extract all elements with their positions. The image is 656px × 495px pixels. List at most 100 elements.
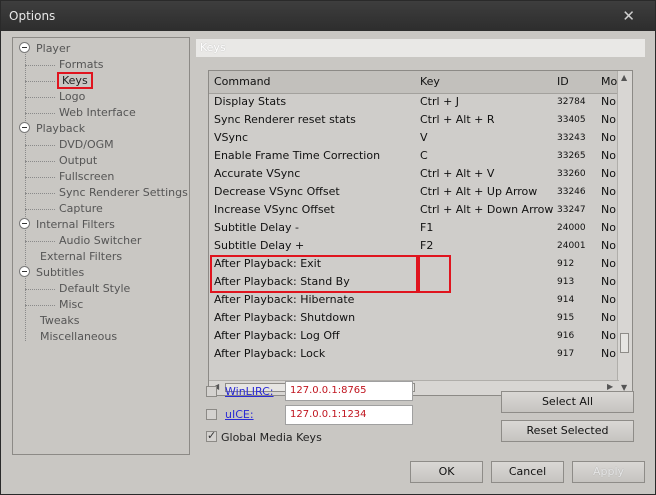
- tree-item-label: Misc: [59, 298, 84, 311]
- tree-item-internal-filters[interactable]: Internal Filters: [19, 217, 115, 233]
- collapse-toggle-icon[interactable]: [19, 218, 30, 229]
- table-row[interactable]: Sync Renderer reset stats Ctrl + Alt + R 3…: [209, 111, 620, 129]
- table-row[interactable]: Decrease VSync Offset Ctrl + Alt + Up Arr…: [209, 183, 620, 201]
- cell-id: 33246: [557, 187, 586, 197]
- scroll-up-icon[interactable]: ▲: [621, 73, 627, 82]
- table-row[interactable]: Subtitle Delay + F2 24001 Nor: [209, 237, 620, 255]
- highlight-box-key: [418, 255, 451, 293]
- tree-connector: [25, 113, 55, 114]
- tree-item-fullscreen[interactable]: Fullscreen: [59, 169, 114, 185]
- tree-connector: [25, 241, 55, 242]
- table-row[interactable]: VSync V 33243 Nor: [209, 129, 620, 147]
- tree-item-default-style[interactable]: Default Style: [59, 281, 130, 297]
- cell-command: Enable Frame Time Correction: [214, 149, 381, 162]
- global-media-keys-checkbox[interactable]: [206, 429, 217, 442]
- table-row[interactable]: Display Stats Ctrl + J 32784 Nor: [209, 93, 620, 111]
- global-media-keys-label[interactable]: Global Media Keys: [221, 431, 322, 444]
- cell-command: After Playback: Hibernate: [214, 293, 355, 306]
- column-mod[interactable]: Mo: [601, 75, 617, 88]
- cell-command: VSync: [214, 131, 249, 144]
- title-bar[interactable]: Options ✕: [1, 1, 655, 31]
- tree-item-player[interactable]: Player: [19, 41, 70, 57]
- cancel-button[interactable]: Cancel: [491, 461, 564, 483]
- table-row[interactable]: After Playback: Lock 917 Nor: [209, 345, 620, 363]
- winlirc-address-input[interactable]: 127.0.0.1:8765: [285, 381, 413, 401]
- tree-item-label: Sync Renderer Settings: [59, 186, 188, 199]
- tree-item-external-filters[interactable]: External Filters: [40, 249, 122, 265]
- table-row[interactable]: Enable Frame Time Correction C 33265 Nor: [209, 147, 620, 165]
- cell-key: F1: [420, 221, 434, 234]
- tree-item-dvd-ogm[interactable]: DVD/OGM: [59, 137, 114, 153]
- tree-item-keys[interactable]: Keys: [57, 72, 93, 89]
- cell-id: 916: [557, 331, 575, 341]
- cell-key: Ctrl + J: [420, 95, 460, 108]
- tree-item-formats[interactable]: Formats: [59, 57, 104, 73]
- tree-item-output[interactable]: Output: [59, 153, 97, 169]
- table-row[interactable]: After Playback: Log Off 916 Nor: [209, 327, 620, 345]
- collapse-toggle-icon[interactable]: [19, 42, 30, 53]
- collapse-toggle-icon[interactable]: [19, 122, 30, 133]
- tree-connector: [25, 81, 55, 82]
- column-key[interactable]: Key: [420, 75, 440, 88]
- tree-item-web-interface[interactable]: Web Interface: [59, 105, 136, 121]
- tree-connector: [25, 145, 55, 146]
- tree-item-label: Subtitles: [36, 266, 85, 279]
- table-row[interactable]: Increase VSync Offset Ctrl + Alt + Down A…: [209, 201, 620, 219]
- cell-key: Ctrl + Alt + V: [420, 167, 495, 180]
- tree-connector: [25, 177, 55, 178]
- cell-id: 915: [557, 313, 575, 323]
- cell-command: Subtitle Delay +: [214, 239, 305, 252]
- tree-item-misc[interactable]: Misc: [59, 297, 83, 313]
- cell-id: 913: [557, 277, 575, 287]
- tree-item-audio-switcher[interactable]: Audio Switcher: [59, 233, 141, 249]
- winlirc-link[interactable]: WinLIRC:: [225, 385, 274, 398]
- tree-item-sync-renderer-settings[interactable]: Sync Renderer Settings: [59, 185, 188, 201]
- keys-table: Command Key ID Mo Display Stats Ctrl + J 3…: [208, 70, 633, 396]
- tree-item-logo[interactable]: Logo: [59, 89, 85, 105]
- cell-key: C: [420, 149, 428, 162]
- table-row[interactable]: Subtitle Delay - F1 24000 Nor: [209, 219, 620, 237]
- uice-address-input[interactable]: 127.0.0.1:1234: [285, 405, 413, 425]
- vertical-scroll-thumb[interactable]: [620, 333, 629, 353]
- tree-item-subtitles[interactable]: Subtitles: [19, 265, 84, 281]
- tree-item-label: Capture: [59, 202, 103, 215]
- tree-item-capture[interactable]: Capture: [59, 201, 103, 217]
- cell-id: 33247: [557, 205, 586, 215]
- tree-item-label: Keys: [57, 72, 93, 89]
- tree-item-label: Fullscreen: [59, 170, 115, 183]
- column-id[interactable]: ID: [557, 75, 569, 88]
- cell-command: Accurate VSync: [214, 167, 301, 180]
- apply-button[interactable]: Apply: [572, 461, 645, 483]
- scroll-right-icon[interactable]: ▶: [607, 382, 613, 391]
- cell-key: Ctrl + Alt + Up Arrow: [420, 185, 538, 198]
- options-dialog: Options ✕ Player Formats Keys Logo Web Inter…: [0, 0, 656, 495]
- table-row[interactable]: After Playback: Shutdown 915 Nor: [209, 309, 620, 327]
- window-title: Options: [9, 9, 56, 23]
- tree-connector: [25, 161, 55, 162]
- tree-item-label: Web Interface: [59, 106, 136, 119]
- tree-item-miscellaneous[interactable]: Miscellaneous: [40, 329, 117, 345]
- vertical-scrollbar[interactable]: ▲ ▼: [617, 71, 632, 395]
- tree-connector: [25, 65, 55, 66]
- tree-item-label: External Filters: [40, 250, 123, 263]
- tree-item-label: Miscellaneous: [40, 330, 118, 343]
- cell-id: 33260: [557, 169, 586, 179]
- ok-button[interactable]: OK: [410, 461, 483, 483]
- collapse-toggle-icon[interactable]: [19, 266, 30, 277]
- tree-item-label: Player: [36, 42, 71, 55]
- uice-checkbox[interactable]: [206, 409, 217, 420]
- column-command[interactable]: Command: [214, 75, 271, 88]
- winlirc-checkbox[interactable]: [206, 386, 217, 397]
- tree-item-tweaks[interactable]: Tweaks: [40, 313, 80, 329]
- table-header: Command Key ID Mo: [209, 71, 619, 94]
- tree-item-label: Logo: [59, 90, 86, 103]
- table-row[interactable]: Accurate VSync Ctrl + Alt + V 33260 Nor: [209, 165, 620, 183]
- table-row[interactable]: After Playback: Hibernate 914 Nor: [209, 291, 620, 309]
- tree-connector: [25, 193, 55, 194]
- uice-link[interactable]: uICE:: [225, 408, 254, 421]
- select-all-button[interactable]: Select All: [501, 391, 634, 413]
- close-icon[interactable]: ✕: [622, 7, 635, 25]
- cell-key: Ctrl + Alt + Down Arrow: [420, 203, 554, 216]
- reset-selected-button[interactable]: Reset Selected: [501, 420, 634, 442]
- tree-item-playback[interactable]: Playback: [19, 121, 85, 137]
